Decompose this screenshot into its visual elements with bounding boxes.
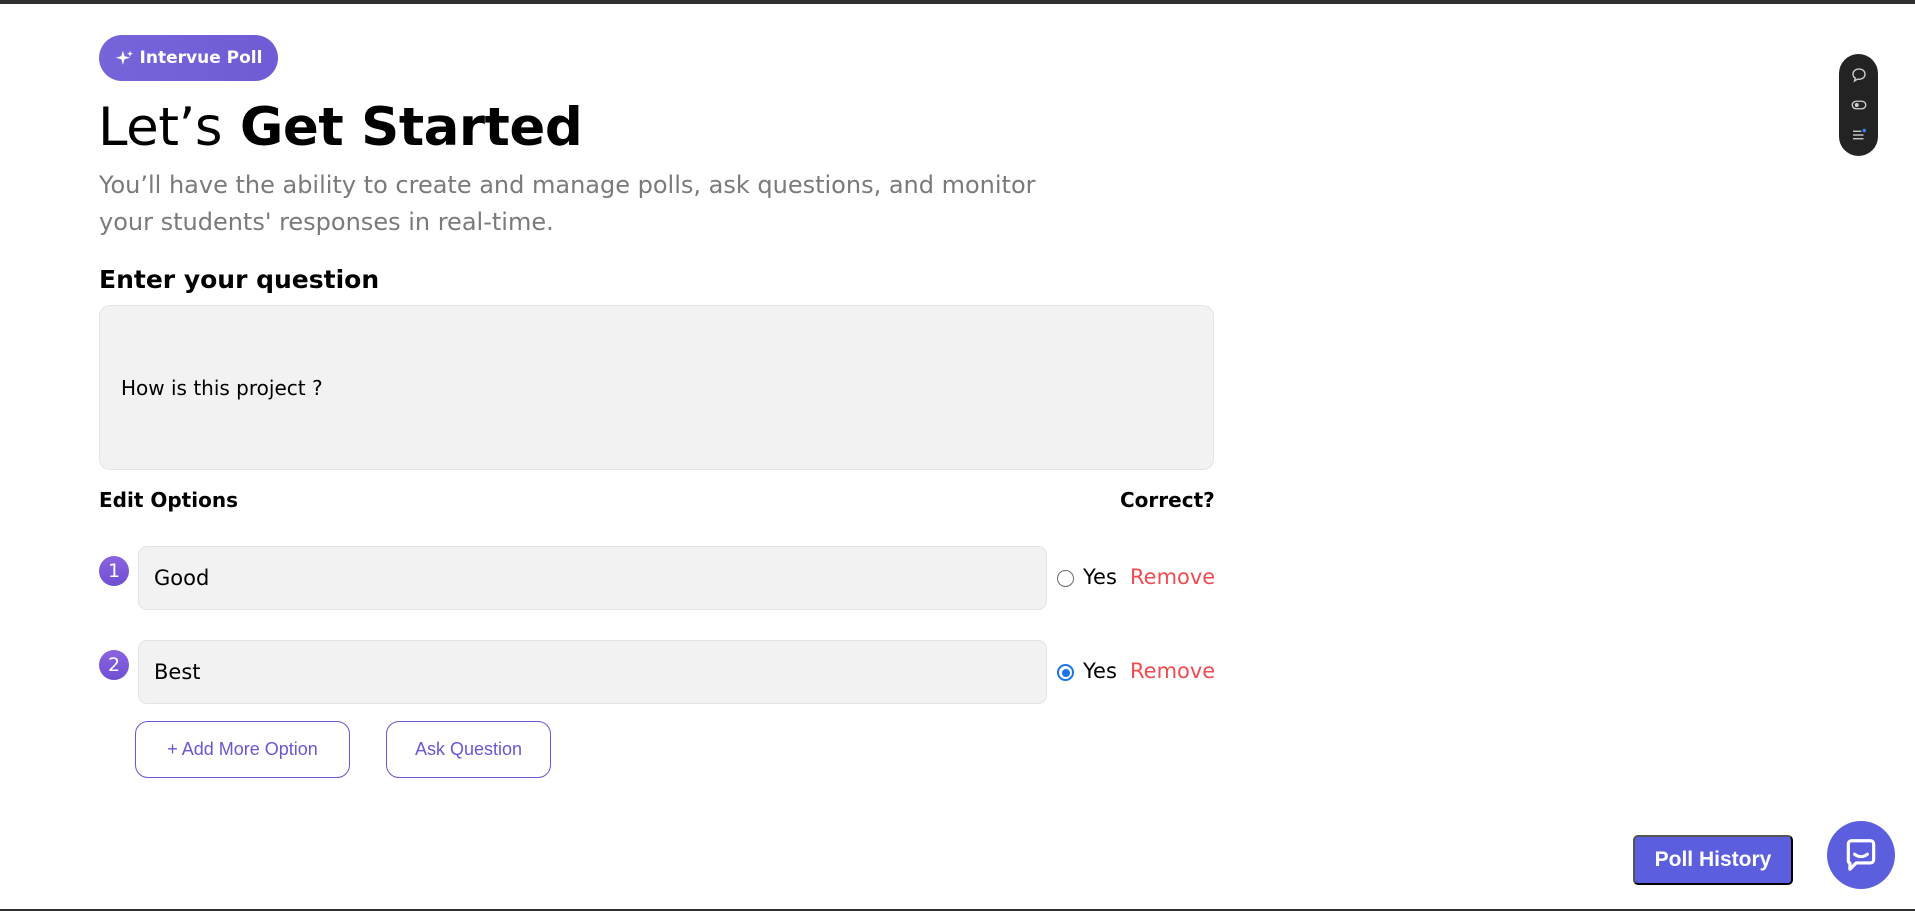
chat-bubble-icon: [1846, 839, 1876, 871]
correct-radio[interactable]: [1057, 570, 1074, 587]
toggle-icon[interactable]: [1850, 96, 1868, 114]
sparkle-icon: [115, 50, 133, 65]
edit-options-label: Edit Options: [99, 488, 238, 512]
option-text: Best: [154, 660, 201, 684]
page-subtitle: You’ll have the ability to create and ma…: [99, 171, 1036, 236]
ask-question-button[interactable]: Ask Question: [386, 721, 551, 778]
option-row: 1 Good Yes Remove: [99, 546, 1215, 610]
title-prefix: Let’s: [98, 97, 222, 158]
question-text: How is this project ?: [121, 375, 323, 400]
add-option-button[interactable]: + Add More Option: [135, 721, 350, 778]
option-input[interactable]: Good: [138, 546, 1047, 610]
remove-option-button[interactable]: Remove: [1130, 565, 1215, 589]
list-icon[interactable]: [1850, 126, 1868, 144]
question-label: Enter your question: [99, 265, 380, 294]
question-input[interactable]: How is this project ?: [99, 305, 1214, 470]
comment-icon[interactable]: [1850, 66, 1868, 84]
option-input[interactable]: Best: [138, 640, 1047, 704]
chat-button[interactable]: [1827, 821, 1895, 889]
option-text: Good: [154, 566, 210, 590]
option-number-badge: 1: [99, 556, 129, 586]
remove-option-button[interactable]: Remove: [1130, 659, 1215, 683]
brand-badge: Intervue Poll: [99, 35, 278, 81]
title-emphasis: Get Started: [239, 97, 583, 158]
correct-radio[interactable]: [1057, 664, 1074, 681]
poll-history-button[interactable]: Poll History: [1633, 835, 1793, 885]
brand-label: Intervue Poll: [139, 48, 263, 68]
floating-toolbar: [1839, 54, 1878, 156]
correct-column-label: Correct?: [1120, 488, 1215, 512]
top-border: [0, 0, 1915, 4]
correct-yes-label: Yes: [1083, 565, 1117, 589]
option-number-badge: 2: [99, 650, 129, 680]
correct-yes-label: Yes: [1083, 659, 1117, 683]
page-title: Let’s Get Started: [98, 95, 583, 161]
option-row: 2 Best Yes Remove: [99, 640, 1215, 704]
